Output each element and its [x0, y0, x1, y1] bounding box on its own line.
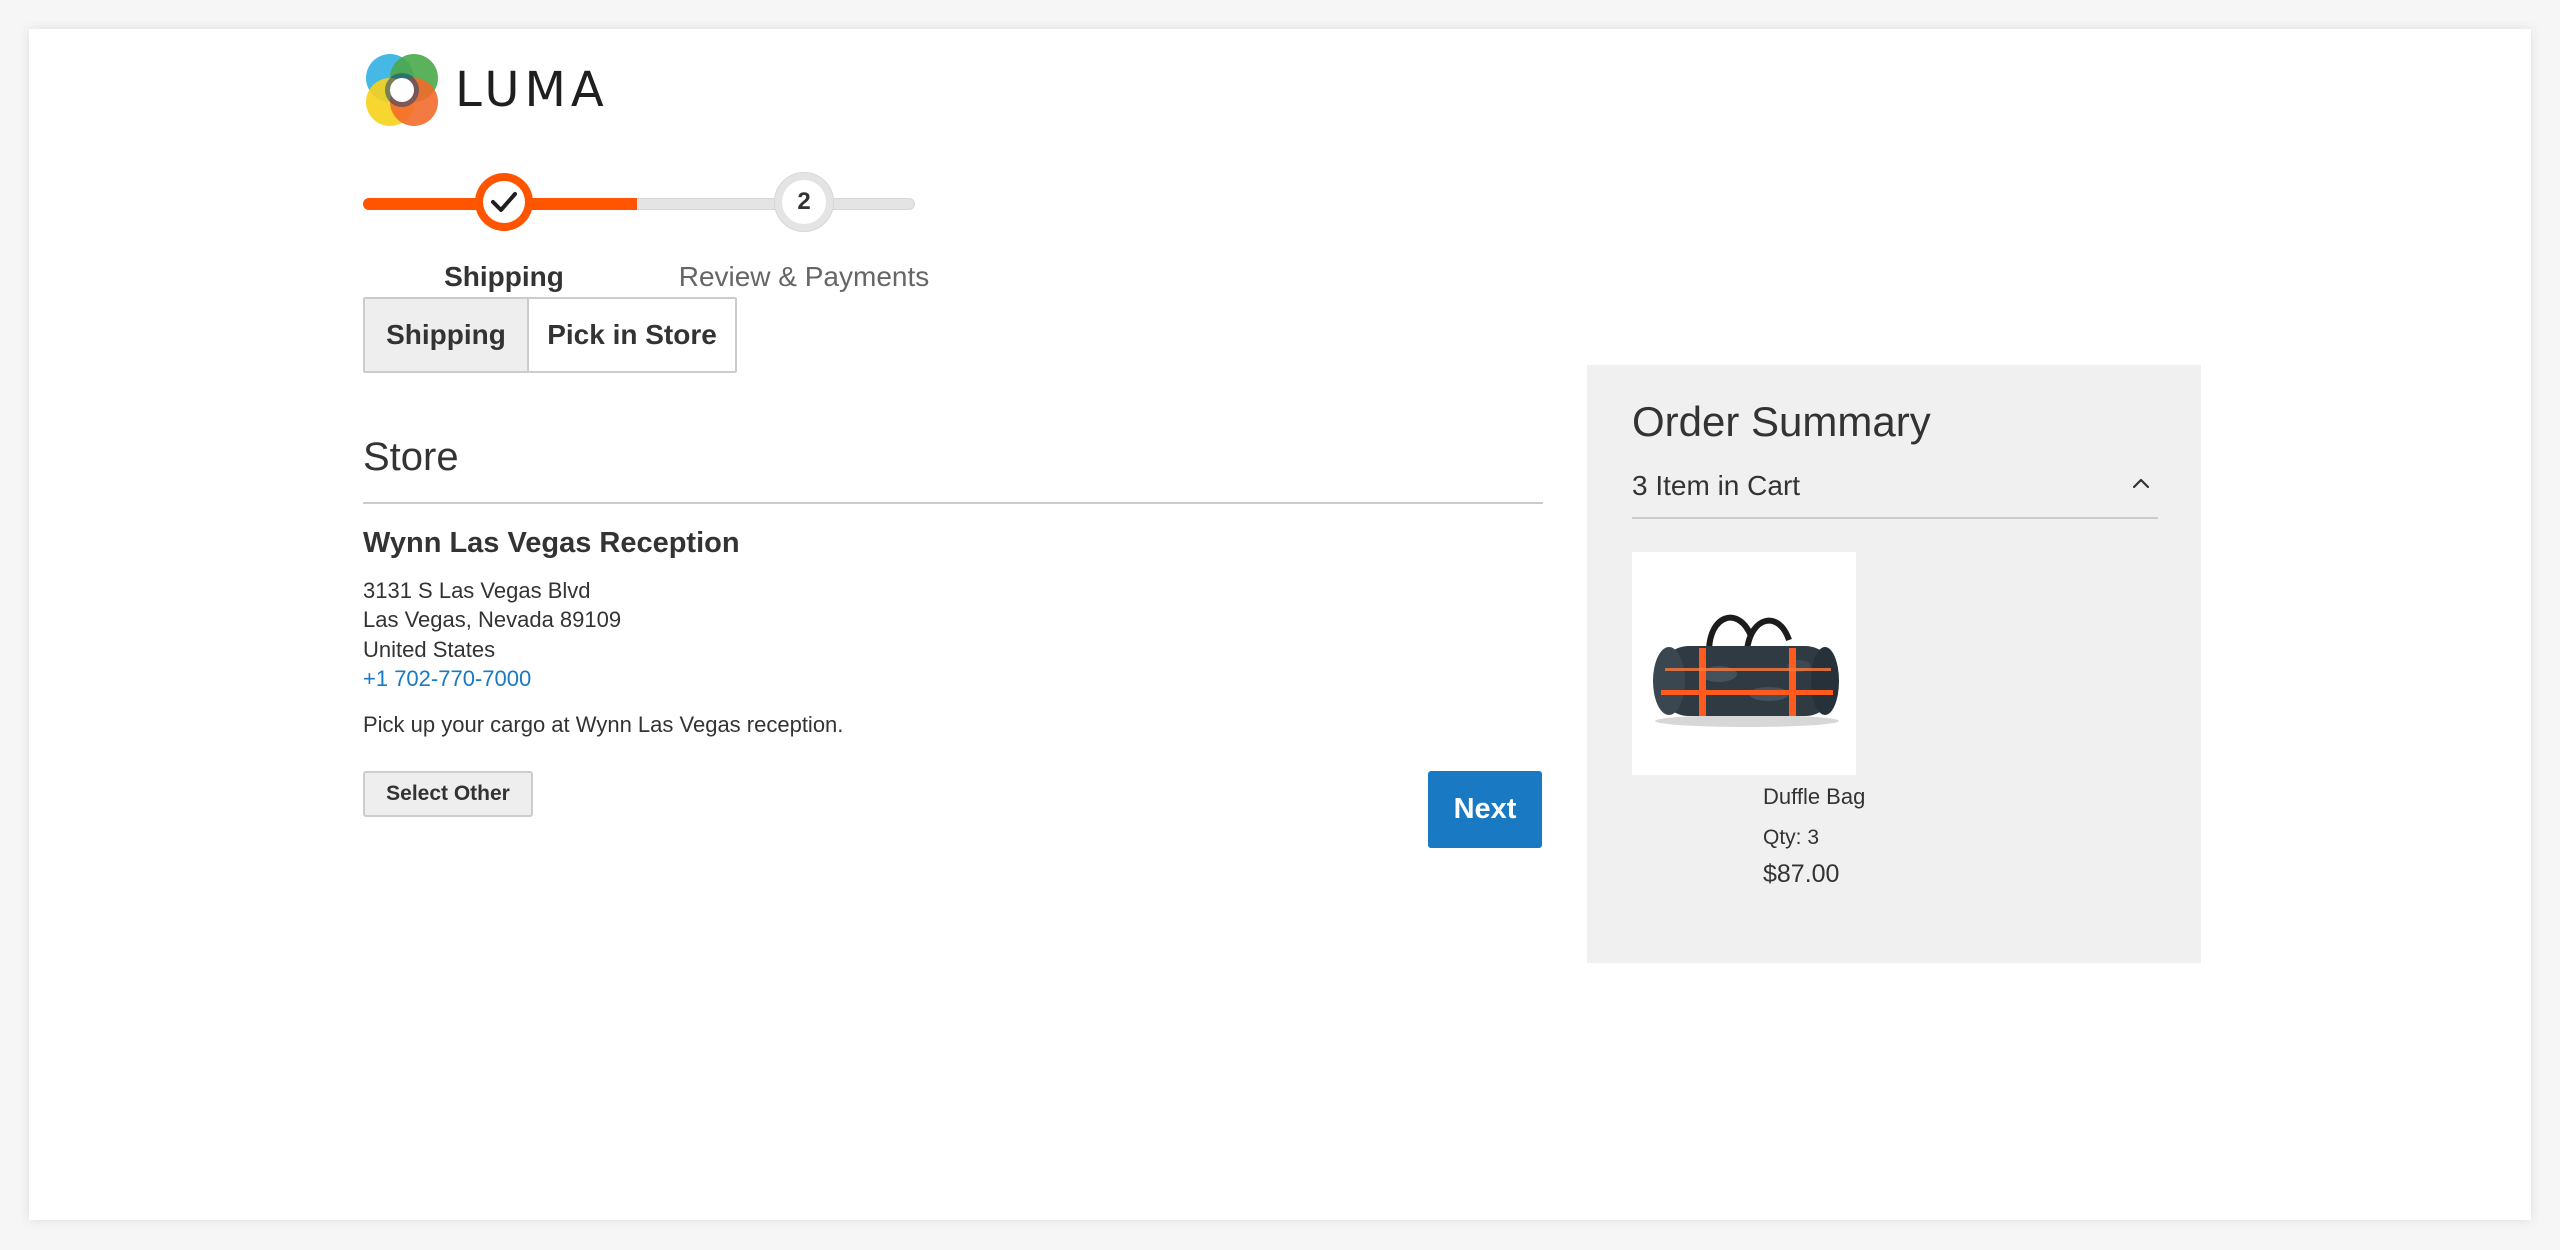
- duffle-bag-image[interactable]: [1632, 552, 1856, 775]
- order-summary-title: Order Summary: [1632, 398, 1931, 445]
- store-country: United States: [363, 637, 496, 662]
- store-section-title: Store: [363, 435, 459, 479]
- tab-pick-in-store[interactable]: Pick in Store: [527, 299, 735, 371]
- product-price: $87.00: [1763, 860, 1840, 888]
- checkout-progress: 2 Shipping Review & Payments: [363, 162, 929, 302]
- delivery-method-tabs: Shipping Pick in Store: [363, 297, 737, 373]
- step-review-number: 2: [782, 180, 826, 224]
- checkout-page: LUMA 2 Shipping Review & Payments Shippi…: [29, 29, 2531, 1220]
- checkmark-icon: [491, 192, 517, 212]
- store-phone-link[interactable]: +1 702-770-7000: [363, 666, 531, 691]
- step-shipping-label: Shipping: [444, 261, 564, 292]
- cart-items-toggle[interactable]: 3 Item in Cart: [1632, 470, 2158, 519]
- store-address-line2: Las Vegas, Nevada 89109: [363, 607, 622, 632]
- product-name: Duffle Bag: [1763, 784, 1866, 809]
- store-pickup-note: Pick up your cargo at Wynn Las Vegas rec…: [363, 712, 844, 737]
- order-summary: Order Summary 3 Item in Cart Duffle Bag …: [1587, 365, 2201, 963]
- store-address-line1: 3131 S Las Vegas Blvd: [363, 578, 591, 603]
- chevron-up-icon: [2132, 476, 2150, 494]
- step-review-label: Review & Payments: [678, 261, 930, 292]
- step-review-marker: 2: [774, 172, 834, 232]
- luma-logo[interactable]: LUMA: [363, 52, 609, 128]
- luma-logo-icon: [366, 54, 438, 126]
- select-other-store-button[interactable]: Select Other: [363, 771, 533, 817]
- step-shipping-marker: [475, 173, 533, 231]
- tab-shipping[interactable]: Shipping: [365, 299, 527, 371]
- logo-wordmark: LUMA: [455, 62, 609, 118]
- store-name: Wynn Las Vegas Reception: [363, 527, 740, 559]
- store-section-divider: [363, 502, 1543, 504]
- product-qty: Qty: 3: [1763, 826, 1820, 849]
- next-button[interactable]: Next: [1428, 771, 1542, 848]
- cart-items-count: 3 Item in Cart: [1632, 470, 1801, 501]
